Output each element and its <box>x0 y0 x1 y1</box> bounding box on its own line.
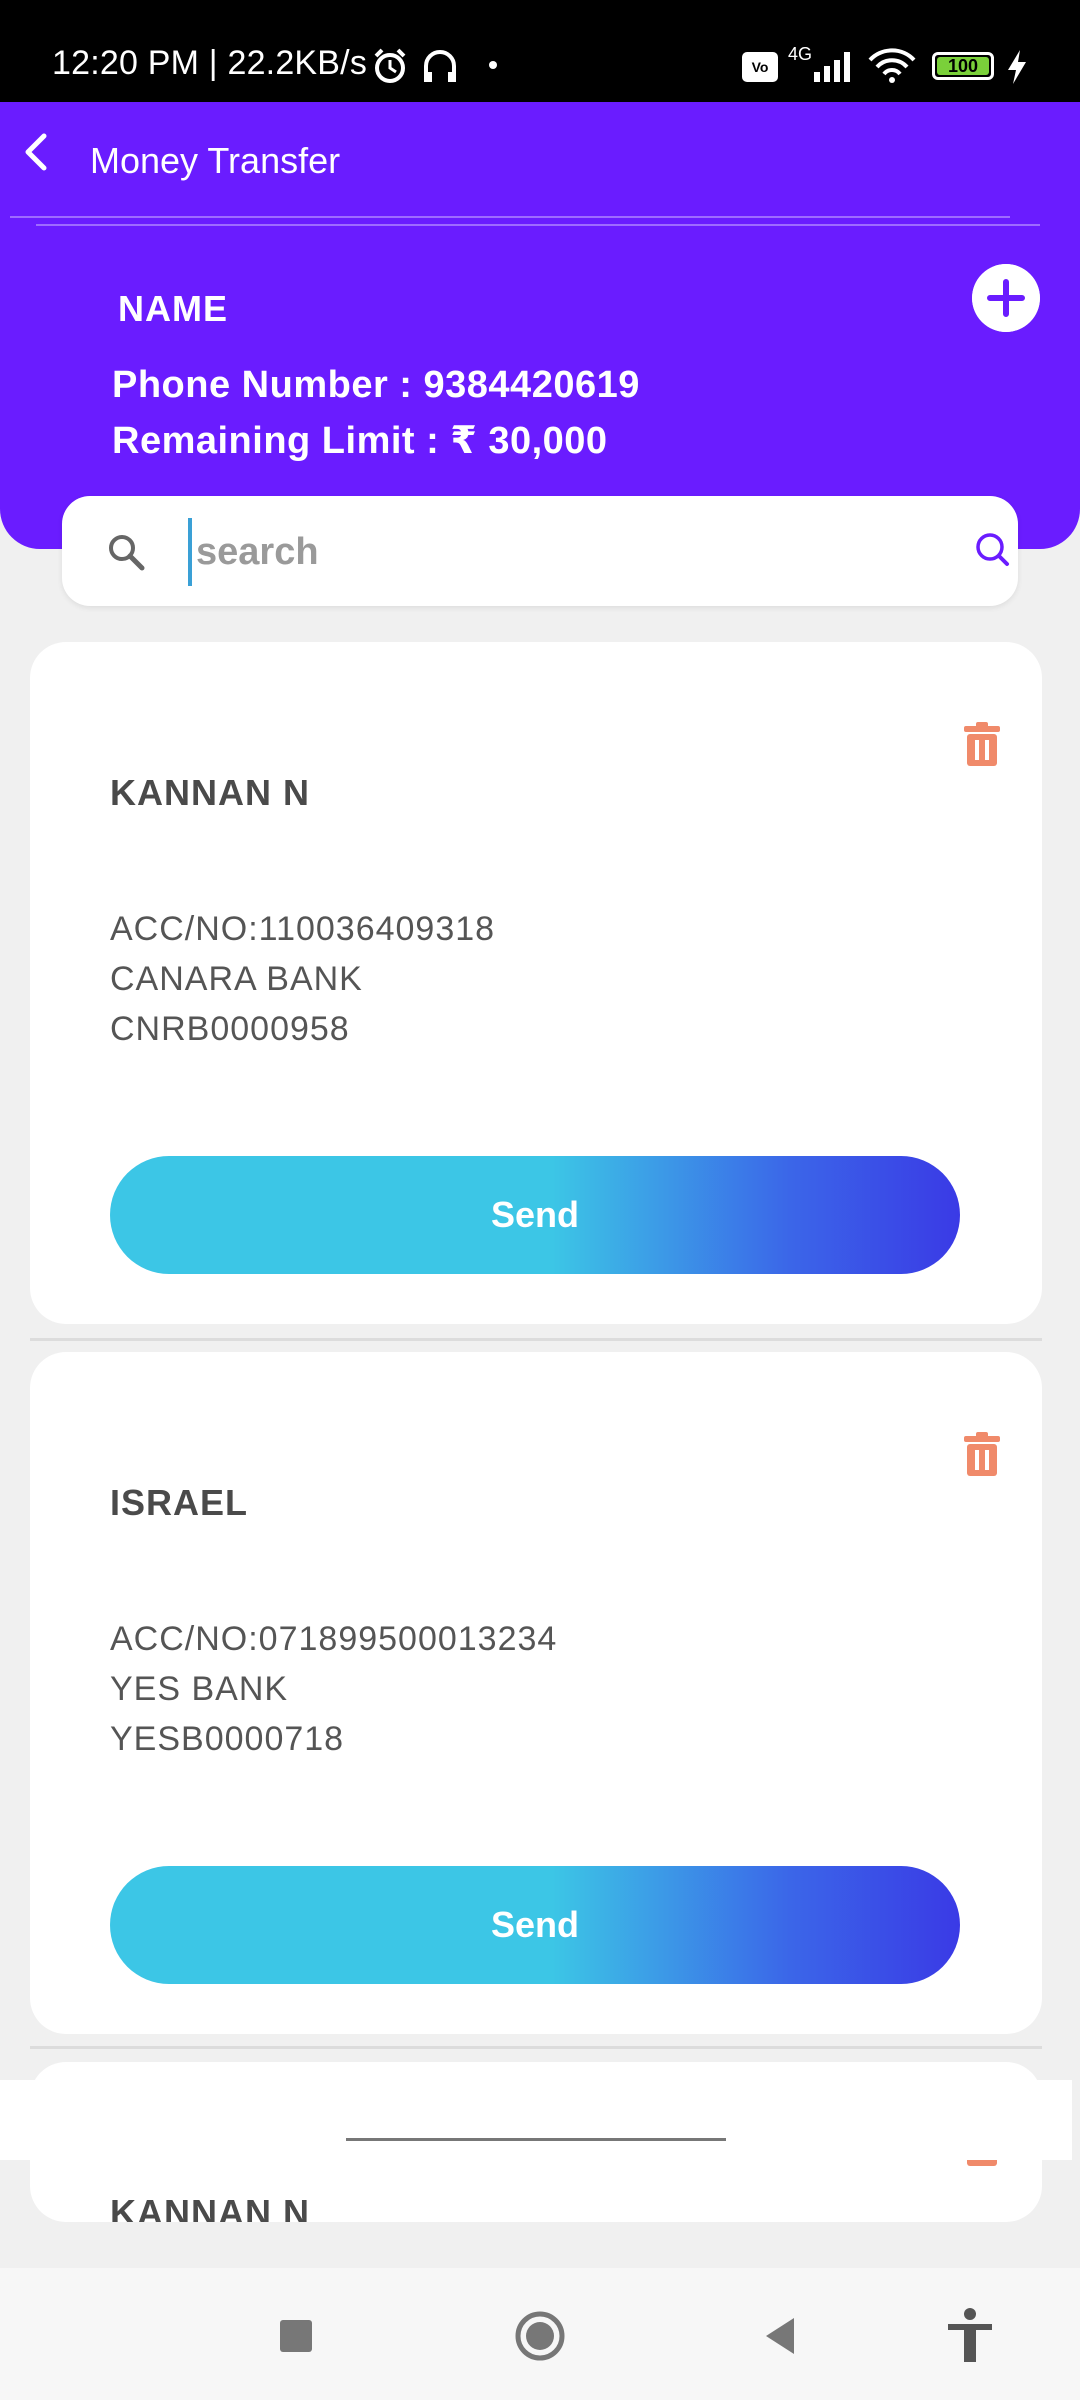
svg-text:Vo: Vo <box>752 59 769 75</box>
bottom-sheet-handle-area <box>0 2080 1072 2160</box>
home-icon[interactable] <box>510 2306 570 2366</box>
search-input[interactable] <box>188 518 938 586</box>
wifi-icon <box>868 48 916 83</box>
customer-name: NAME <box>118 288 228 329</box>
send-button[interactable]: Send <box>110 1156 960 1274</box>
page-title: Money Transfer <box>90 140 341 181</box>
signal-icon <box>814 52 850 82</box>
alarm-icon <box>374 48 406 83</box>
header: Money Transfer NAME Phone Number : 93844… <box>0 102 1080 549</box>
headphones-icon <box>424 50 456 82</box>
add-beneficiary-button[interactable] <box>972 264 1040 332</box>
recent-apps-icon[interactable] <box>266 2306 326 2366</box>
beneficiary-card: KANNAN N ACC/NO:110036409318 CANARA BANK… <box>30 642 1042 1324</box>
drag-handle[interactable] <box>346 2138 726 2141</box>
beneficiary-name: KANNAN N <box>110 772 310 813</box>
search-submit-icon[interactable] <box>970 528 1014 572</box>
search-icon <box>109 535 145 571</box>
bank-name: CANARA BANK <box>110 960 363 998</box>
account-number: ACC/NO:110036409318 <box>110 910 496 948</box>
header-divider <box>10 216 1010 218</box>
status-bar: 12:20 PM | 22.2KB/s Vo 4G 100 <box>0 0 1080 102</box>
card-divider <box>30 1338 1042 1341</box>
bank-name: YES BANK <box>110 1670 289 1708</box>
accessibility-icon[interactable] <box>940 2306 1000 2366</box>
dot-icon <box>489 61 497 69</box>
card-divider <box>30 2046 1042 2049</box>
charging-icon <box>1008 50 1026 84</box>
back-icon[interactable] <box>10 122 70 182</box>
beneficiary-name: ISRAEL <box>110 1482 249 1523</box>
volte-icon: Vo <box>742 52 778 82</box>
battery-level: 100 <box>937 57 989 75</box>
battery-icon: 100 <box>932 52 994 80</box>
status-time: 12:20 PM | 22.2KB/s <box>52 44 368 82</box>
back-nav-icon[interactable] <box>752 2306 812 2366</box>
ifsc-code: YESB0000718 <box>110 1720 345 1758</box>
ifsc-code: CNRB0000958 <box>110 1010 350 1048</box>
search-bar <box>62 496 1018 606</box>
beneficiary-card: ISRAEL ACC/NO:071899500013234 YES BANK Y… <box>30 1352 1042 2034</box>
customer-phone: Phone Number : 9384420619 <box>112 364 640 406</box>
system-nav-bar <box>0 2268 1080 2400</box>
send-button[interactable]: Send <box>110 1866 960 1984</box>
delete-icon[interactable] <box>962 722 1002 768</box>
remaining-limit: Remaining Limit : ₹ 30,000 <box>112 420 608 462</box>
account-number: ACC/NO:071899500013234 <box>110 1620 558 1658</box>
delete-icon[interactable] <box>962 1432 1002 1478</box>
content-spacer <box>0 2222 1080 2268</box>
header-divider <box>36 224 1040 226</box>
